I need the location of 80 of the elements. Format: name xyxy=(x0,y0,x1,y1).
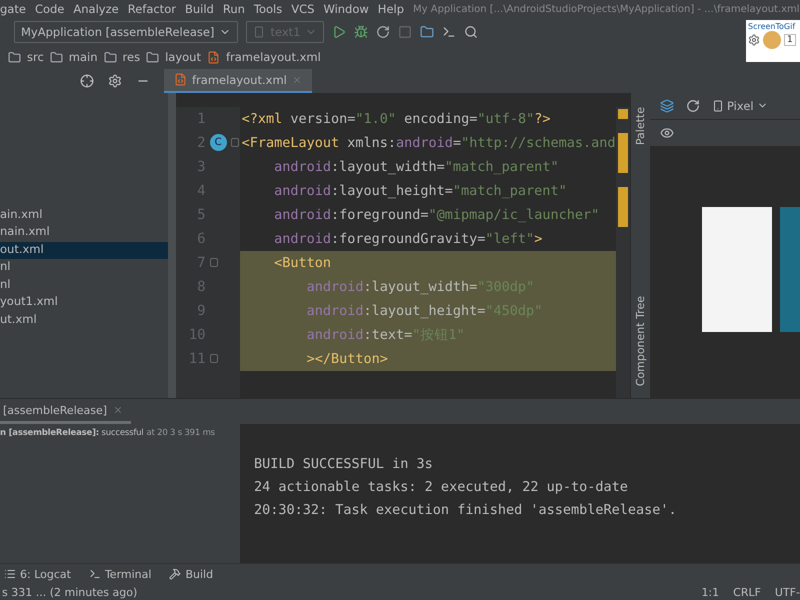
folder-icon xyxy=(50,50,63,64)
rotate-icon[interactable] xyxy=(686,98,700,112)
menu-item[interactable]: Build xyxy=(184,2,214,16)
build-summary: n [assembleRelease]: successful xyxy=(0,428,144,438)
play-icon[interactable] xyxy=(332,25,346,40)
bug-icon[interactable] xyxy=(354,25,368,40)
breadcrumb-item[interactable]: src xyxy=(27,50,44,64)
breadcrumb-item[interactable]: layout xyxy=(165,50,201,64)
settings-icon[interactable] xyxy=(108,74,122,88)
breadcrumb-item[interactable]: main xyxy=(68,50,98,64)
build-timing: at 20 3 s 391 ms xyxy=(146,428,215,438)
console-line: 20:30:32: Task execution finished 'assembleRelease'. xyxy=(254,502,678,518)
breadcrumb-item[interactable]: framelayout.xml xyxy=(226,50,321,64)
xml-file-icon xyxy=(174,73,187,86)
folder-icon xyxy=(8,50,21,64)
refresh-icon[interactable] xyxy=(376,25,390,40)
xml-file-icon xyxy=(206,50,220,64)
layers-icon[interactable] xyxy=(660,98,674,112)
menu-item[interactable]: Tools xyxy=(254,2,282,16)
console-line: BUILD SUCCESSFUL in 3s xyxy=(254,456,434,472)
menu-item[interactable]: gate xyxy=(0,2,26,16)
folder-icon xyxy=(104,50,117,64)
code-line: android:foreground="@mipmap/ic_launcher" xyxy=(273,206,600,224)
project-file[interactable]: ain.xml xyxy=(0,206,168,224)
tool-window-tab[interactable]: 6: Logcat xyxy=(4,568,71,581)
overlay-title: ScreenToGif xyxy=(748,22,796,31)
code-line: android:foregroundGravity="left"> xyxy=(273,230,544,248)
menu-item[interactable]: VCS xyxy=(291,2,314,16)
search-icon[interactable] xyxy=(464,25,478,40)
project-file[interactable]: nl xyxy=(0,276,168,294)
run-tab[interactable]: [assembleRelease] xyxy=(0,399,132,424)
code-line: android:layout_width="match_parent" xyxy=(273,158,560,176)
console-line: 24 actionable tasks: 2 executed, 22 up-to-date xyxy=(254,479,629,496)
menu-item[interactable]: Help xyxy=(378,2,404,16)
project-file[interactable]: ut.xml xyxy=(0,312,168,329)
fold-icon[interactable] xyxy=(210,354,218,363)
crosshair-icon[interactable] xyxy=(80,74,94,88)
fold-icon[interactable] xyxy=(210,258,218,267)
marker-icon xyxy=(618,108,628,118)
class-badge: C xyxy=(210,134,227,151)
tool-window-tab[interactable]: Build xyxy=(169,568,214,581)
eye-icon[interactable] xyxy=(660,126,674,140)
settings-icon[interactable] xyxy=(748,34,760,46)
tool-window-tab[interactable]: Terminal xyxy=(88,568,152,581)
project-file[interactable]: nl xyxy=(0,259,168,276)
project-file[interactable]: nain.xml xyxy=(0,224,168,242)
code-line: android:layout_height="match_parent" xyxy=(273,182,568,200)
project-file[interactable]: out.xml xyxy=(0,242,168,259)
menu-item[interactable]: Analyze xyxy=(73,2,119,16)
window-title: My Application [...\AndroidStudioProjects\MyApplication] - ...\framelayout.xml xyxy=(413,4,800,15)
folder-icon xyxy=(146,50,160,64)
side-tab[interactable]: Palette xyxy=(634,106,647,145)
code-line: <?xml version="1.0" encoding="utf-8"?> xyxy=(240,110,552,128)
menu-item[interactable]: Window xyxy=(323,2,369,16)
menu-item[interactable]: Code xyxy=(34,2,64,16)
project-file[interactable]: yout1.xml xyxy=(0,294,168,312)
file-encoding[interactable]: UTF- xyxy=(774,586,800,599)
close-icon[interactable] xyxy=(113,405,124,416)
breadcrumb-item[interactable]: res xyxy=(122,50,140,64)
code-line: <FrameLayout xmlns:android="http://schemas.and xyxy=(240,134,616,152)
marker-icon xyxy=(618,132,628,172)
terminal-icon xyxy=(88,568,101,580)
terminal-icon[interactable] xyxy=(442,25,456,40)
folder-icon[interactable] xyxy=(420,25,434,40)
status-message: s 331 ... (2 minutes ago) xyxy=(2,586,138,599)
device-selector[interactable]: Pixel xyxy=(712,98,768,112)
hammer-icon xyxy=(169,568,182,580)
phone-icon xyxy=(253,26,266,38)
side-tab[interactable]: Component Tree xyxy=(634,296,647,386)
menu-item[interactable]: Refactor xyxy=(128,2,176,16)
run-config-dropdown[interactable]: MyApplication [assembleRelease] xyxy=(14,21,238,44)
editor-tab[interactable]: framelayout.xml xyxy=(164,68,312,92)
timer-icon xyxy=(763,31,781,49)
fold-icon[interactable] xyxy=(230,138,239,147)
phone-icon xyxy=(712,100,724,112)
line-ending[interactable]: CRLF xyxy=(733,586,761,599)
marker-icon xyxy=(618,186,628,226)
menu-item[interactable]: Run xyxy=(222,2,245,16)
caret-position[interactable]: 1:1 xyxy=(701,586,720,599)
input-field[interactable]: 1 xyxy=(784,34,796,46)
